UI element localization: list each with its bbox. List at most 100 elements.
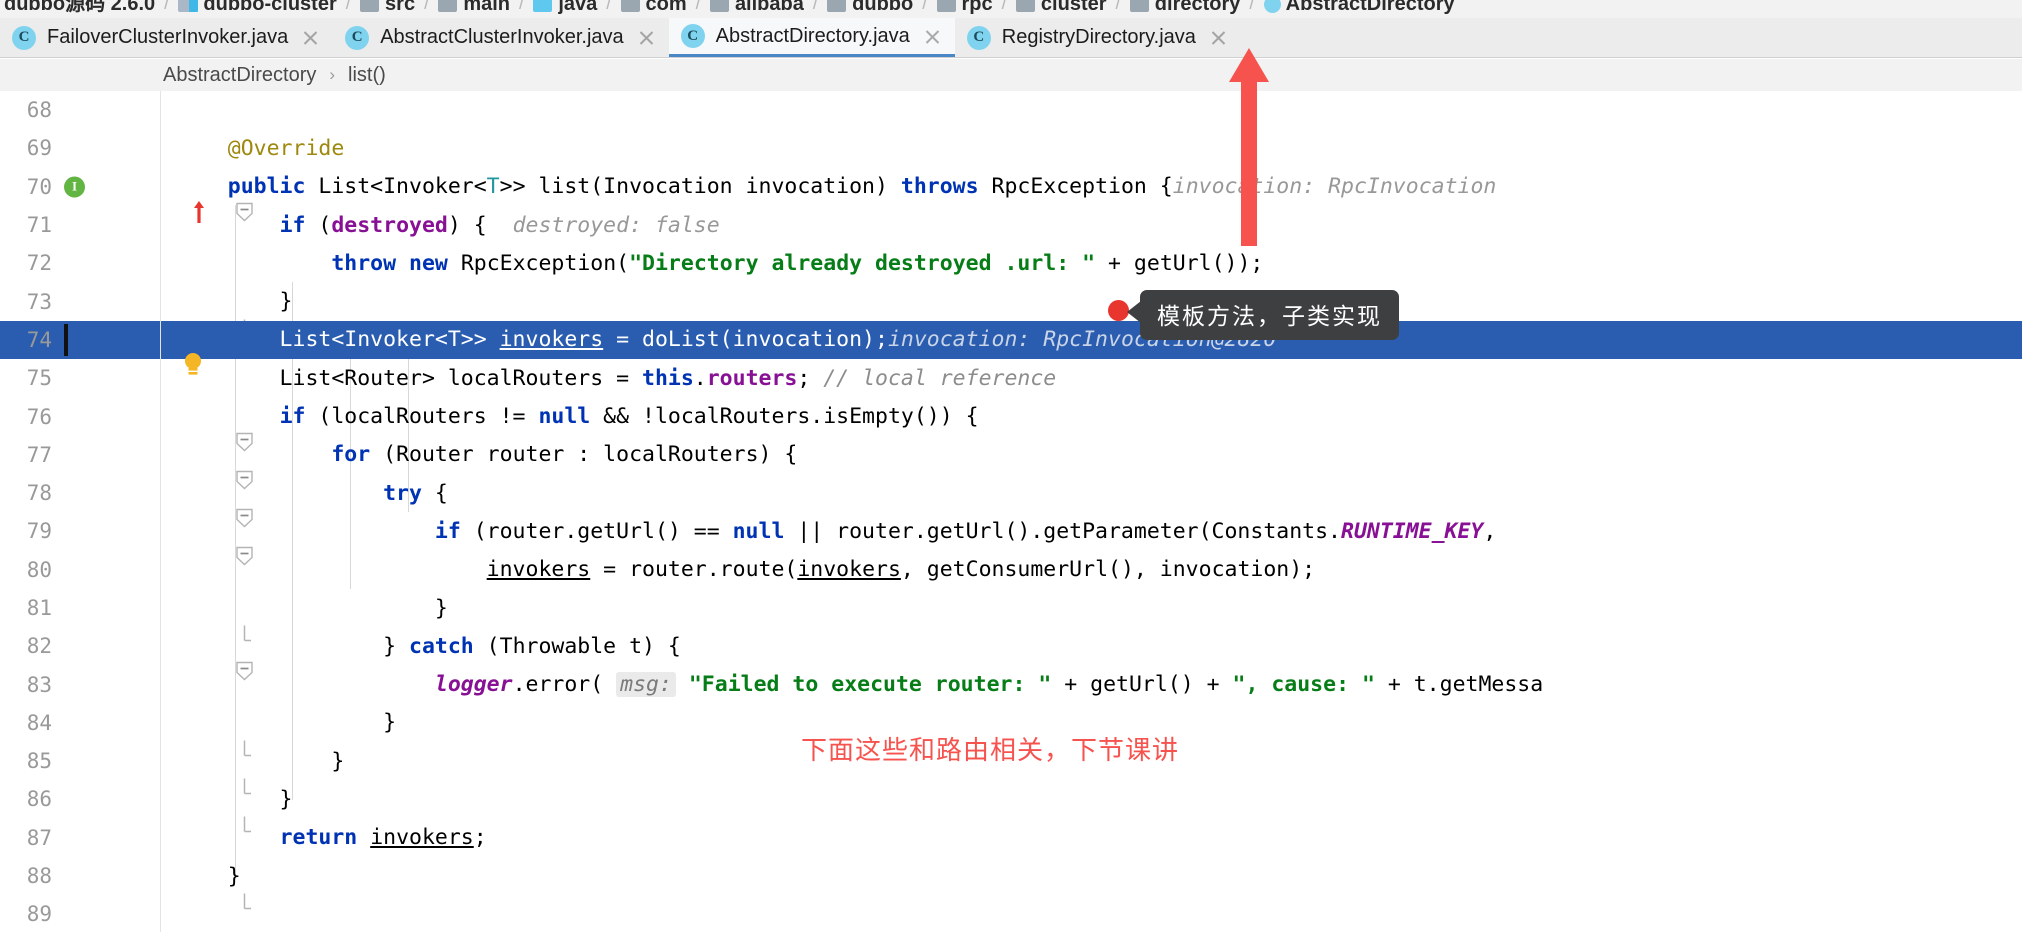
breadcrumb-item-src[interactable]: src: [360, 0, 415, 14]
code-line-75[interactable]: 75 List<Router> localRouters = this.rout…: [0, 359, 2022, 397]
fold-collapse-icon[interactable]: [131, 484, 253, 528]
breadcrumb-item-cluster[interactable]: cluster: [1015, 0, 1107, 14]
fold-column[interactable]: [120, 627, 253, 681]
close-icon[interactable]: [1210, 29, 1227, 46]
fold-column[interactable]: [120, 244, 162, 282]
fold-collapse-icon[interactable]: [131, 407, 253, 451]
code-line-78[interactable]: 78 try {: [0, 474, 2022, 528]
fold-column[interactable]: [120, 819, 162, 857]
gutter-icons[interactable]: [58, 129, 120, 167]
code-line-80[interactable]: 80 invokers = router.route(invokers, get…: [0, 551, 2022, 589]
tab-abstractclusterinvoker[interactable]: C AbstractClusterInvoker.java: [333, 18, 668, 57]
fold-column[interactable]: [120, 857, 251, 910]
gutter-icons[interactable]: [58, 397, 120, 435]
fold-column[interactable]: [120, 704, 251, 757]
code-line-81[interactable]: 81 }: [0, 589, 2022, 642]
code-line-82[interactable]: 82 } catch (Throwable t) {: [0, 627, 2022, 681]
gutter-icons[interactable]: [58, 665, 120, 703]
gutter-icons[interactable]: [58, 857, 120, 895]
gutter-icons[interactable]: [58, 282, 120, 320]
code-editor[interactable]: 68 69 @Override 70 I public List<Invoker…: [0, 91, 2022, 932]
fold-end-icon[interactable]: [131, 867, 251, 910]
close-icon[interactable]: [302, 29, 319, 46]
code-line-70[interactable]: 70 I public List<Invoker<T>> list(Invoca…: [0, 168, 2022, 223]
gutter-icons[interactable]: [58, 895, 120, 932]
fold-column[interactable]: [120, 551, 162, 589]
fold-column[interactable]: [120, 665, 162, 703]
fold-column[interactable]: [120, 168, 253, 222]
code-line-74[interactable]: 74 List<Invoker<T>> invokers = doList(in…: [0, 320, 2022, 375]
breadcrumb-class[interactable]: AbstractDirectory: [163, 64, 316, 87]
gutter-icons[interactable]: [58, 819, 120, 857]
fold-column[interactable]: [120, 512, 253, 566]
tab-registrydirectory[interactable]: C RegistryDirectory.java: [955, 18, 1241, 57]
fold-collapse-icon[interactable]: [131, 445, 253, 490]
code-line-68[interactable]: 68: [0, 91, 2022, 129]
gutter-icons[interactable]: [58, 780, 120, 818]
code-line-76[interactable]: 76 if (localRouters != null && !localRou…: [0, 397, 2022, 451]
fold-end-icon[interactable]: [131, 752, 251, 795]
fold-column[interactable]: [120, 780, 251, 833]
implemented-method-icon[interactable]: I: [64, 176, 85, 198]
code-line-73[interactable]: 73 }: [0, 282, 2022, 335]
breadcrumb-item-alibaba[interactable]: alibaba: [709, 0, 804, 14]
breadcrumb-item-project[interactable]: dubbo源码 2.6.0: [4, 0, 155, 14]
fold-end-icon[interactable]: [131, 599, 251, 642]
gutter-icons[interactable]: [58, 206, 120, 244]
gutter-icons[interactable]: [58, 244, 120, 282]
fold-column[interactable]: [120, 436, 253, 490]
override-arrow-icon[interactable]: [89, 176, 204, 223]
code-line-77[interactable]: 77 for (Router router : localRouters) {: [0, 436, 2022, 490]
tab-abstractdirectory[interactable]: C AbstractDirectory.java: [668, 18, 955, 57]
breadcrumb-item-main[interactable]: main: [438, 0, 510, 14]
gutter-icons[interactable]: [58, 474, 120, 512]
breadcrumb-item-directory[interactable]: directory: [1129, 0, 1240, 14]
code-line-89[interactable]: 89: [0, 895, 2022, 932]
breadcrumb-item-dubbo[interactable]: dubbo: [827, 0, 913, 14]
fold-column[interactable]: [120, 895, 162, 932]
lightbulb-icon[interactable]: [78, 327, 201, 375]
gutter-icons[interactable]: [58, 436, 120, 474]
tab-failoverclusterinvoker[interactable]: C FailoverClusterInvoker.java: [0, 18, 333, 57]
breadcrumb-item-class[interactable]: AbstractDirectory: [1263, 0, 1455, 14]
breadcrumb-item-com[interactable]: com: [620, 0, 687, 14]
code-line-72[interactable]: 72 throw new RpcException("Directory alr…: [0, 244, 2022, 282]
breadcrumb-item-module[interactable]: dubbo-cluster: [178, 0, 337, 14]
gutter-icons[interactable]: [58, 551, 120, 589]
gutter-icons[interactable]: [58, 627, 120, 665]
fold-column[interactable]: [120, 474, 253, 528]
fold-collapse-icon[interactable]: [131, 522, 253, 566]
fold-end-icon[interactable]: [131, 790, 251, 833]
gutter-icons[interactable]: [58, 512, 120, 550]
code-line-87[interactable]: 87 return invokers;: [0, 819, 2022, 857]
gutter-icons[interactable]: [58, 704, 120, 742]
fold-column[interactable]: [120, 742, 251, 795]
gutter-icons[interactable]: [58, 321, 201, 375]
fold-end-icon[interactable]: [131, 292, 251, 335]
fold-column[interactable]: [120, 91, 162, 129]
fold-collapse-icon[interactable]: [131, 177, 253, 222]
gutter-icons[interactable]: I: [58, 168, 204, 223]
close-icon[interactable]: [638, 29, 655, 46]
breadcrumb-method[interactable]: list(): [348, 64, 386, 87]
gutter-icons[interactable]: [58, 589, 120, 627]
code-line-88[interactable]: 88 }: [0, 857, 2022, 910]
code-line-86[interactable]: 86 }: [0, 780, 2022, 833]
gutter-icons[interactable]: [58, 742, 120, 780]
fold-column[interactable]: [120, 282, 251, 335]
fold-column[interactable]: [120, 589, 251, 642]
close-icon[interactable]: [924, 28, 941, 45]
fold-column[interactable]: [120, 129, 162, 167]
fold-column[interactable]: [120, 359, 162, 397]
gutter-icons[interactable]: [58, 91, 120, 129]
project-breadcrumb[interactable]: dubbo源码 2.6.0 / dubbo-cluster / src / ma…: [0, 0, 2022, 18]
fold-column[interactable]: [120, 206, 162, 244]
gutter-icons[interactable]: [58, 359, 120, 397]
code-line-83[interactable]: 83 logger.error( msg: "Failed to execute…: [0, 665, 2022, 703]
code-line-79[interactable]: 79 if (router.getUrl() == null || router…: [0, 512, 2022, 566]
fold-column[interactable]: [120, 397, 253, 451]
breadcrumb-item-java[interactable]: java: [533, 0, 597, 14]
code-line-71[interactable]: 71 if (destroyed) { destroyed: false: [0, 206, 2022, 244]
fold-column[interactable]: [120, 321, 162, 359]
fold-collapse-icon[interactable]: [131, 637, 253, 681]
